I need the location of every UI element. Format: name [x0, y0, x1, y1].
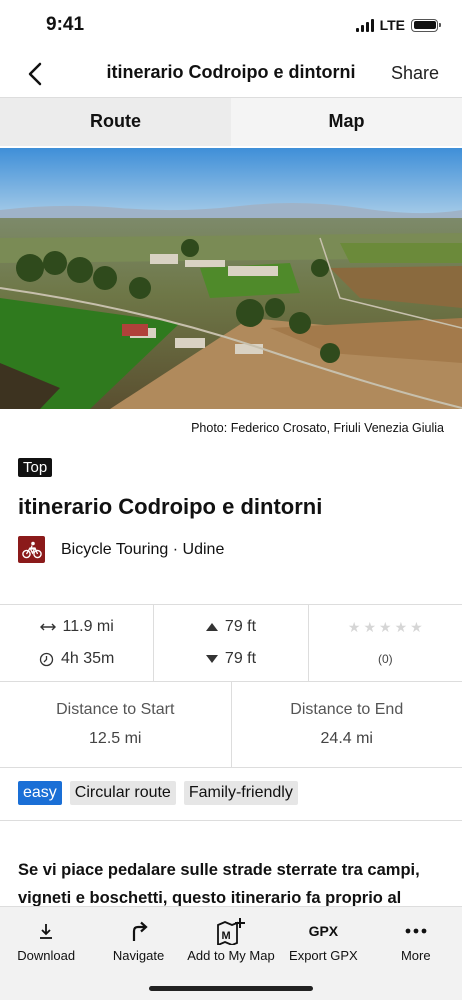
- navigate-label: Navigate: [112, 948, 165, 963]
- distance-value: 11.9 mi: [62, 618, 114, 635]
- distance-stat: 11.9 mi: [39, 617, 114, 637]
- add-map-icon: M: [215, 917, 247, 945]
- star-icon: ★: [410, 618, 423, 635]
- divider: [0, 820, 462, 821]
- descent-triangle-icon: [205, 655, 218, 663]
- ascent-stat: 79 ft: [205, 617, 257, 637]
- svg-text:M: M: [221, 930, 230, 942]
- home-indicator[interactable]: [149, 986, 313, 991]
- export-gpx-label: Export GPX: [289, 948, 358, 963]
- stats-rating[interactable]: ★ ★ ★ ★ ★ (0): [309, 605, 462, 681]
- signal-icon: [355, 18, 374, 32]
- status-time: 9:41: [46, 14, 85, 35]
- distance-to-end-label: Distance to End: [290, 701, 404, 718]
- star-icon: ★: [394, 618, 408, 635]
- activity-text: Bicycle Touring · Udine: [61, 540, 225, 558]
- distance-to-start-value: 12.5 mi: [89, 730, 142, 747]
- add-to-my-map-button[interactable]: M Add to My Map: [185, 917, 277, 963]
- download-label: Download: [17, 948, 76, 963]
- stats-elevation: 79 ft 79 ft: [154, 605, 309, 681]
- duration-value: 4h 35m: [60, 650, 115, 667]
- clock-icon: [39, 652, 54, 666]
- segmented-tabs: Route Map: [0, 98, 462, 146]
- network-type: LTE: [379, 17, 405, 33]
- difficulty-tag: easy: [18, 781, 62, 805]
- ascent-triangle-icon: [205, 623, 218, 631]
- distance-arrows-icon: [39, 623, 56, 631]
- route-title: itinerario Codroipo e dintorni: [18, 494, 323, 519]
- route-description: Se vi piace pedalare sulle strade sterra…: [18, 861, 420, 907]
- export-gpx-button[interactable]: GPX Export GPX: [277, 917, 369, 963]
- tag-family-friendly: Family-friendly: [183, 781, 298, 805]
- tab-map[interactable]: Map: [231, 98, 462, 146]
- distance-to-end-value: 24.4 mi: [320, 730, 373, 747]
- navigate-icon: [129, 917, 149, 945]
- duration-stat: 4h 35m: [39, 649, 114, 669]
- rating-count: (0): [377, 652, 393, 666]
- bottom-toolbar: Download Navigate M Add to My Map GPX Ex…: [0, 906, 462, 1000]
- photo-credit: Photo: Federico Crosato, Friuli Venezia …: [191, 421, 444, 435]
- rating-stars: ★ ★ ★ ★ ★: [348, 617, 423, 637]
- download-button[interactable]: Download: [0, 917, 92, 963]
- aerial-landscape-image: [0, 148, 462, 409]
- battery-icon: [411, 18, 441, 32]
- more-button[interactable]: More: [370, 917, 462, 963]
- descent-stat: 79 ft: [205, 649, 257, 669]
- bicycle-icon: [18, 536, 45, 563]
- nav-bar: itinerario Codroipo e dintorni Share: [0, 50, 462, 98]
- tag-circular-route: Circular route: [69, 781, 176, 805]
- activity-row: Bicycle Touring · Udine: [18, 536, 224, 563]
- star-icon: ★: [363, 618, 377, 635]
- ascent-value: 79 ft: [224, 618, 257, 635]
- distance-to-start-label: Distance to Start: [56, 701, 175, 718]
- status-bar: 9:41 LTE: [0, 0, 462, 50]
- more-icon: [405, 917, 427, 945]
- download-icon: [37, 917, 55, 945]
- route-tags: easy Circular route Family-friendly: [18, 781, 298, 805]
- route-stats: 11.9 mi 4h 35m 79 ft 79 ft ★ ★ ★ ★ ★ (0): [0, 604, 462, 682]
- share-button[interactable]: Share: [391, 63, 439, 84]
- add-to-my-map-label: Add to My Map: [187, 948, 275, 963]
- distance-to-points: Distance to Start 12.5 mi Distance to En…: [0, 682, 462, 768]
- gpx-icon: GPX: [308, 923, 339, 939]
- top-badge: Top: [18, 458, 53, 477]
- route-photo[interactable]: [0, 148, 462, 409]
- navigate-button[interactable]: Navigate: [93, 917, 185, 963]
- descent-value: 79 ft: [224, 650, 257, 667]
- star-icon: ★: [347, 618, 361, 635]
- distance-to-start: Distance to Start 12.5 mi: [0, 682, 232, 767]
- star-icon: ★: [379, 618, 392, 635]
- status-indicators: LTE: [355, 17, 441, 33]
- tab-route[interactable]: Route: [0, 98, 231, 146]
- more-label: More: [400, 948, 431, 963]
- stats-distance-duration: 11.9 mi 4h 35m: [0, 605, 155, 681]
- distance-to-end: Distance to End 24.4 mi: [232, 682, 462, 767]
